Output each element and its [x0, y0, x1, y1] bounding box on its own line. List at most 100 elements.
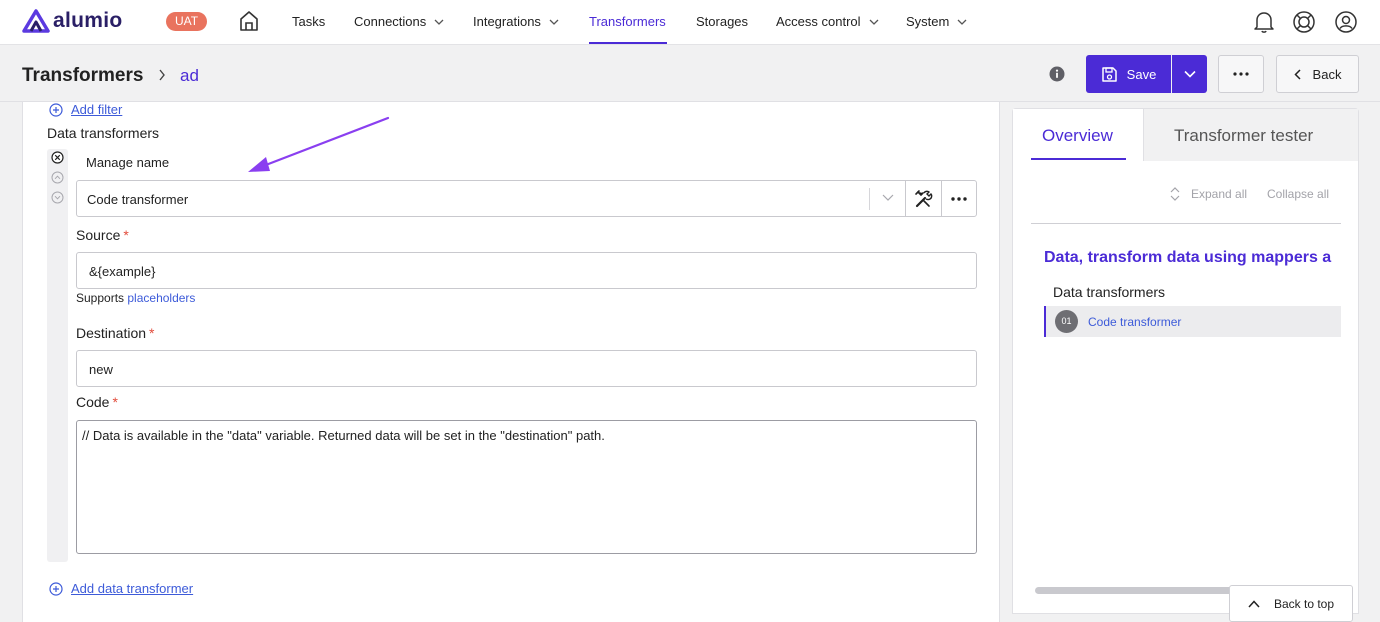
- chevron-down-icon: [1183, 70, 1196, 78]
- annotation-arrow-icon: [248, 116, 390, 172]
- chevron-down-icon: [869, 19, 879, 25]
- nav-label: Connections: [354, 14, 427, 29]
- save-options-button[interactable]: [1172, 55, 1207, 93]
- helper-prefix: Supports: [76, 291, 125, 305]
- overview-title[interactable]: Data, transform data using mappers a: [1044, 249, 1348, 267]
- nav-label: System: [906, 14, 950, 29]
- save-label: Save: [1126, 66, 1157, 82]
- user-account-icon[interactable]: [1334, 10, 1358, 39]
- floppy-disk-icon: [1101, 66, 1117, 82]
- nav-transformers[interactable]: Transformers: [589, 14, 666, 29]
- alumio-logo-mark-icon: [22, 9, 50, 33]
- transformer-editor-panel: Add filter Data transformers Manage name…: [22, 102, 1000, 622]
- back-button[interactable]: Back: [1276, 55, 1359, 93]
- destination-input[interactable]: new: [76, 350, 977, 387]
- chevron-down-icon: [549, 19, 559, 25]
- back-to-top-label: Back to top: [1273, 596, 1335, 611]
- more-actions-button[interactable]: [1218, 55, 1264, 93]
- nav-connections[interactable]: Connections: [354, 14, 444, 29]
- tab-overview[interactable]: Overview: [1013, 109, 1144, 161]
- chevron-left-icon: [1293, 68, 1301, 80]
- required-marker: *: [112, 394, 118, 410]
- nav-active-indicator: [589, 42, 667, 44]
- nav-storages[interactable]: Storages: [696, 14, 748, 29]
- expand-all-button[interactable]: Expand all: [1169, 187, 1247, 201]
- transformer-item-rail: [47, 149, 68, 562]
- top-navigation: alumio UAT Tasks Connections Integration…: [0, 0, 1380, 45]
- nav-system[interactable]: System: [906, 14, 967, 29]
- nav-label: Transformers: [589, 14, 666, 29]
- code-label-text: Code: [76, 394, 110, 410]
- data-transformers-heading: Data transformers: [47, 125, 160, 141]
- overview-section-label: Data transformers: [1053, 284, 1166, 300]
- source-input[interactable]: &{example}: [76, 252, 977, 289]
- tab-active-indicator: [1031, 158, 1126, 160]
- move-up-icon[interactable]: [51, 171, 64, 184]
- page-title[interactable]: Transformers: [22, 65, 143, 87]
- collapse-all-button[interactable]: Collapse all: [1267, 187, 1329, 201]
- move-down-icon[interactable]: [51, 191, 64, 204]
- transformer-type-select[interactable]: Code transformer: [76, 180, 977, 217]
- nav-tasks[interactable]: Tasks: [292, 14, 325, 29]
- horizontal-scrollbar[interactable]: [1035, 587, 1241, 594]
- nav-access-control[interactable]: Access control: [776, 14, 879, 29]
- nav-label: Integrations: [473, 14, 541, 29]
- chevron-down-icon: [957, 19, 967, 25]
- alumio-logo[interactable]: alumio: [22, 9, 122, 33]
- source-label-text: Source: [76, 227, 121, 243]
- nav-label: Tasks: [292, 14, 326, 29]
- divider: [1031, 223, 1341, 224]
- add-filter-label: Add filter: [71, 102, 123, 117]
- nav-integrations[interactable]: Integrations: [473, 14, 559, 29]
- back-to-top-button[interactable]: Back to top: [1229, 585, 1353, 622]
- chevron-up-icon: [1248, 599, 1260, 608]
- plus-circle-icon: [49, 102, 63, 117]
- breadcrumb-current: ad: [180, 66, 199, 85]
- destination-label: Destination *: [76, 325, 155, 341]
- overview-list-item[interactable]: 01 Code transformer: [1044, 306, 1341, 337]
- source-label: Source *: [76, 227, 129, 243]
- brand-name: alumio: [53, 9, 123, 32]
- transformer-more-button[interactable]: [941, 181, 976, 216]
- plus-circle-icon: [49, 581, 63, 596]
- manage-name-label[interactable]: Manage name: [86, 155, 169, 170]
- page-header: Transformers ad Save Back: [0, 45, 1380, 102]
- placeholders-link[interactable]: placeholders: [127, 291, 195, 305]
- destination-label-text: Destination: [76, 325, 147, 341]
- chevron-down-icon: [434, 19, 444, 25]
- expand-all-label: Expand all: [1191, 187, 1248, 201]
- expand-icon: [1170, 187, 1180, 201]
- overview-tabs: Overview Transformer tester: [1013, 109, 1358, 161]
- overview-item-label: Code transformer: [1088, 315, 1182, 329]
- nav-label: Storages: [696, 14, 749, 29]
- placeholders-helper: Supports placeholders: [76, 291, 195, 305]
- select-divider: [869, 188, 870, 210]
- remove-circle-icon[interactable]: [51, 151, 64, 164]
- collapse-all-label: Collapse all: [1267, 187, 1330, 201]
- environment-badge: UAT: [166, 12, 207, 31]
- transformer-settings-button[interactable]: [905, 181, 941, 216]
- required-marker: *: [149, 325, 155, 341]
- transformer-type-value: Code transformer: [87, 192, 189, 207]
- tools-icon: [914, 189, 932, 207]
- more-horizontal-icon: [951, 196, 967, 201]
- add-data-transformer-link[interactable]: Add data transformer: [49, 581, 193, 596]
- back-label: Back: [1312, 66, 1342, 82]
- chevron-down-icon[interactable]: [882, 194, 894, 201]
- code-editor[interactable]: // Data is available in the "data" varia…: [76, 420, 977, 554]
- bell-icon[interactable]: [1253, 10, 1275, 39]
- chevron-right-icon: [159, 69, 165, 81]
- more-horizontal-icon: [1233, 72, 1249, 76]
- code-label: Code *: [76, 394, 118, 410]
- info-icon[interactable]: [1049, 66, 1065, 82]
- required-marker: *: [123, 227, 129, 243]
- support-icon[interactable]: [1292, 10, 1316, 39]
- tab-overview-label: Overview: [1042, 126, 1113, 145]
- add-filter-link[interactable]: Add filter: [49, 102, 122, 117]
- step-number-badge: 01: [1055, 310, 1078, 333]
- save-button[interactable]: Save: [1086, 55, 1171, 93]
- overview-panel: Overview Transformer tester Expand all C…: [1012, 108, 1359, 614]
- add-data-transformer-label: Add data transformer: [71, 581, 194, 596]
- home-icon[interactable]: [238, 10, 260, 37]
- tab-transformer-tester[interactable]: Transformer tester: [1174, 126, 1313, 146]
